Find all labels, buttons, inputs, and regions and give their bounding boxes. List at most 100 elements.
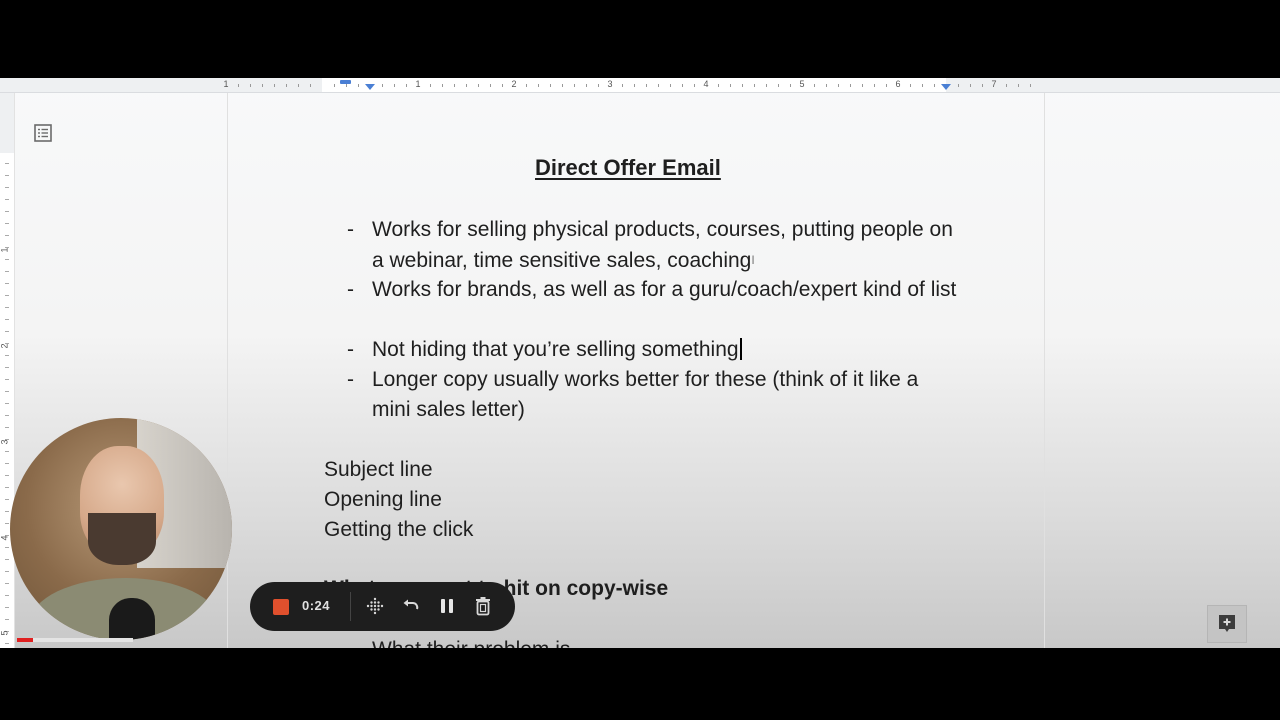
ruler-tick bbox=[886, 84, 887, 87]
ruler-tick bbox=[5, 463, 9, 464]
ruler-tick bbox=[490, 84, 491, 87]
bullet-item[interactable]: Longer copy usually works better for the… bbox=[372, 365, 962, 425]
add-comment-button[interactable] bbox=[1207, 605, 1247, 643]
ruler-number: 7 bbox=[991, 79, 997, 89]
ruler-tick bbox=[5, 199, 9, 200]
microphone bbox=[109, 598, 155, 640]
pause-recording-button[interactable] bbox=[437, 596, 457, 616]
document-outline-button[interactable] bbox=[33, 123, 53, 143]
ruler-tick bbox=[5, 559, 9, 560]
ruler-number: 1 bbox=[415, 79, 421, 89]
ruler-tick bbox=[646, 84, 647, 87]
ruler-tick bbox=[922, 84, 923, 87]
ruler-tick bbox=[394, 84, 395, 87]
ruler-tick bbox=[1006, 84, 1007, 87]
bullet-text: Works for brands, as well as for a guru/… bbox=[372, 278, 957, 301]
outline-line[interactable]: Subject line bbox=[324, 458, 433, 482]
ruler-tick bbox=[5, 307, 9, 308]
ruler-number: 5 bbox=[799, 79, 805, 89]
ruler-tick bbox=[550, 84, 551, 87]
ruler-tick bbox=[730, 84, 731, 87]
ruler-tick bbox=[958, 84, 959, 87]
ruler-tick bbox=[1030, 84, 1031, 87]
restart-recording-button[interactable] bbox=[401, 596, 421, 616]
bullet-item[interactable]: Works for selling physical products, cou… bbox=[372, 215, 962, 276]
ruler-tick bbox=[478, 84, 479, 87]
ruler-tick bbox=[502, 84, 503, 87]
ruler-tick bbox=[5, 331, 9, 332]
ruler-tick bbox=[658, 84, 659, 87]
ruler-tick bbox=[5, 259, 9, 260]
recording-elapsed-time: 0:24 bbox=[302, 598, 331, 613]
right-indent-handle[interactable] bbox=[941, 84, 951, 90]
ruler-tick bbox=[5, 403, 9, 404]
ruler-tick bbox=[5, 283, 9, 284]
ruler-tick bbox=[5, 319, 9, 320]
ruler-tick bbox=[754, 84, 755, 87]
ruler-tick bbox=[5, 223, 9, 224]
ruler-tick bbox=[5, 547, 9, 548]
ruler-number: 4 bbox=[703, 79, 709, 89]
ruler-tick bbox=[814, 84, 815, 87]
ruler-tick bbox=[5, 355, 9, 356]
bullet-marker: - bbox=[347, 218, 354, 241]
ruler-tick bbox=[310, 84, 311, 87]
ruler-tick bbox=[670, 84, 671, 87]
ruler-tick bbox=[5, 643, 9, 644]
bullet-text: Not hiding that you’re selling something bbox=[372, 338, 739, 361]
ruler-tick bbox=[5, 499, 9, 500]
ruler-tick bbox=[5, 511, 9, 512]
left-indent-handle[interactable] bbox=[365, 84, 375, 90]
bullet-item[interactable]: Not hiding that you’re selling something bbox=[372, 335, 962, 365]
ruler-number: 3 bbox=[607, 79, 613, 89]
recording-toolbar: 0:24 bbox=[250, 582, 515, 631]
delete-recording-button[interactable] bbox=[473, 596, 493, 616]
first-line-indent-handle[interactable] bbox=[340, 80, 351, 84]
ruler-tick bbox=[5, 187, 9, 188]
ruler-tick bbox=[574, 84, 575, 87]
ruler-tick bbox=[874, 84, 875, 87]
ruler-number: 2 bbox=[511, 79, 517, 89]
ruler-tick bbox=[334, 84, 335, 87]
ruler-tick bbox=[5, 211, 9, 212]
outline-line[interactable]: Opening line bbox=[324, 488, 442, 512]
bullet-marker: - bbox=[347, 278, 354, 301]
bullet-item[interactable]: Works for brands, as well as for a guru/… bbox=[372, 275, 962, 305]
ruler-tick bbox=[5, 595, 9, 596]
partial-line[interactable]: What their problem is bbox=[372, 638, 570, 648]
document-title[interactable]: Direct Offer Email bbox=[535, 155, 721, 181]
ruler-tick bbox=[718, 84, 719, 87]
document-outline-icon bbox=[34, 124, 52, 142]
ruler-tick bbox=[982, 84, 983, 87]
ruler-number: 1 bbox=[0, 247, 10, 253]
ruler-tick bbox=[826, 84, 827, 87]
ruler-tick bbox=[838, 84, 839, 87]
letterbox-top bbox=[0, 0, 1280, 78]
ruler-tick bbox=[5, 175, 9, 176]
ruler-tick bbox=[586, 84, 587, 87]
outline-line[interactable]: Getting the click bbox=[324, 518, 473, 542]
ruler-tick bbox=[5, 163, 9, 164]
ruler-number: 5 bbox=[0, 630, 10, 636]
horizontal-ruler[interactable]: 1 1 2 3 4 5 6 7 bbox=[0, 78, 1280, 93]
ruler-tick bbox=[406, 84, 407, 87]
video-progress-fill[interactable] bbox=[17, 638, 33, 642]
letterbox-bottom bbox=[0, 648, 1280, 720]
undo-icon bbox=[403, 599, 419, 610]
webcam-bubble[interactable] bbox=[10, 418, 232, 640]
vertical-ruler[interactable]: 1 2 3 4 5 bbox=[0, 93, 15, 648]
ruler-tick bbox=[5, 271, 9, 272]
ruler-number: 6 bbox=[895, 79, 901, 89]
ruler-tick bbox=[790, 84, 791, 87]
ruler-tick bbox=[562, 84, 563, 87]
ruler-tick bbox=[1018, 84, 1019, 87]
ruler-margin-area bbox=[0, 93, 14, 153]
ruler-tick bbox=[5, 571, 9, 572]
stop-recording-button[interactable] bbox=[273, 599, 289, 615]
ruler-tick bbox=[598, 84, 599, 87]
document-page[interactable]: Direct Offer Email - Works for selling p… bbox=[227, 93, 1045, 648]
drawing-tools-button[interactable] bbox=[365, 596, 385, 616]
webcam-presenter-beard bbox=[88, 513, 156, 565]
ruler-tick bbox=[250, 84, 251, 87]
video-progress-track[interactable] bbox=[17, 638, 133, 642]
